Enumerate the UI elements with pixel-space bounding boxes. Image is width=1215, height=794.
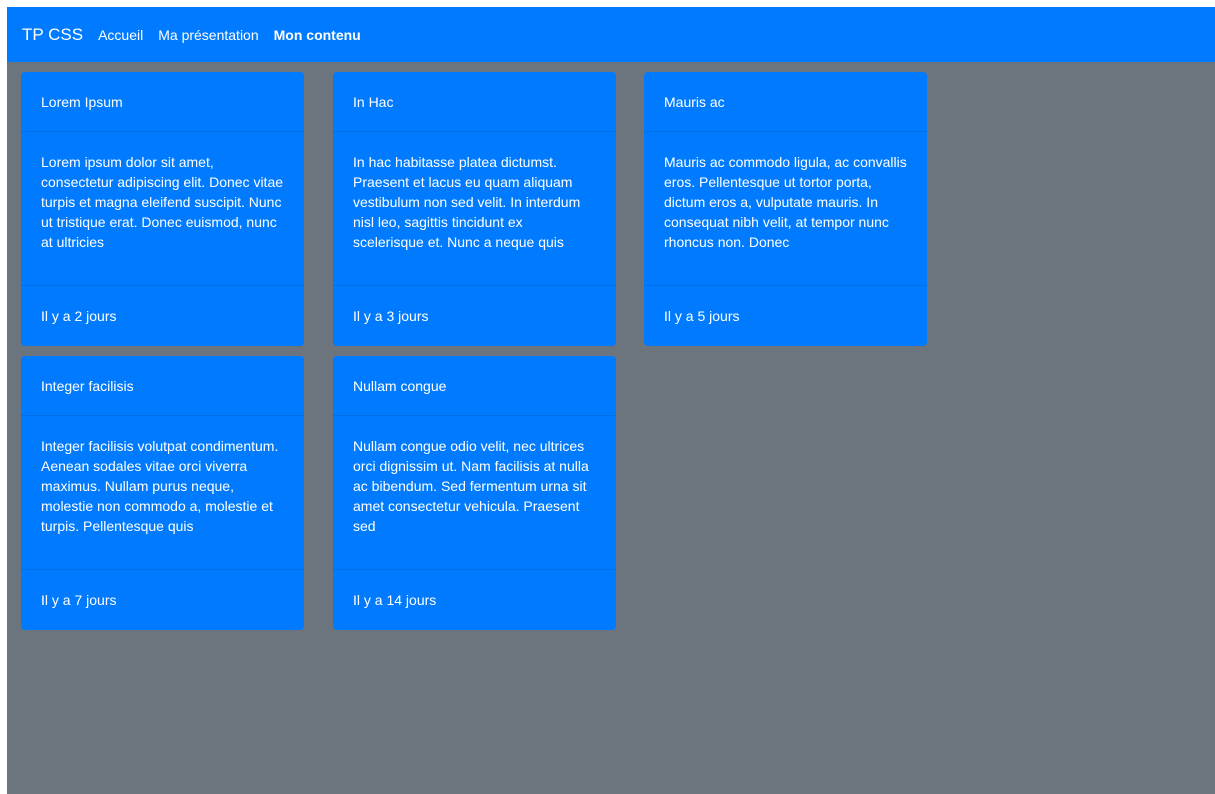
- card-footer: Il y a 2 jours: [21, 285, 304, 346]
- card-footer: Il y a 7 jours: [21, 569, 304, 630]
- card-footer: Il y a 5 jours: [644, 285, 927, 346]
- card-body: Nullam congue odio velit, nec ultrices o…: [333, 416, 616, 569]
- card-title: Integer facilisis: [21, 356, 304, 416]
- card-title: Mauris ac: [644, 72, 927, 132]
- card: In Hac In hac habitasse platea dictumst.…: [333, 72, 616, 346]
- nav-link-ma-presentation[interactable]: Ma présentation: [158, 27, 258, 43]
- navbar: TP CSS Accueil Ma présentation Mon conte…: [7, 7, 1215, 62]
- card-text: In hac habitasse platea dictumst. Praese…: [353, 154, 581, 250]
- card-body: In hac habitasse platea dictumst. Praese…: [333, 132, 616, 285]
- card-body: Mauris ac commodo ligula, ac convallis e…: [644, 132, 927, 285]
- nav-link-accueil[interactable]: Accueil: [98, 27, 143, 43]
- card: Lorem Ipsum Lorem ipsum dolor sit amet, …: [21, 72, 304, 346]
- card-text: Mauris ac commodo ligula, ac convallis e…: [664, 154, 907, 250]
- card-title: Lorem Ipsum: [21, 72, 304, 132]
- card-footer: Il y a 3 jours: [333, 285, 616, 346]
- nav-link-mon-contenu[interactable]: Mon contenu: [274, 27, 361, 43]
- page-frame: TP CSS Accueil Ma présentation Mon conte…: [7, 7, 1215, 794]
- card-text: Nullam congue odio velit, nec ultrices o…: [353, 438, 589, 534]
- card-text: Lorem ipsum dolor sit amet, consectetur …: [41, 154, 284, 250]
- card-title: In Hac: [333, 72, 616, 132]
- card-text: Integer facilisis volutpat condimentum. …: [41, 438, 279, 534]
- card: Nullam congue Nullam congue odio velit, …: [333, 356, 616, 630]
- card: Integer facilisis Integer facilisis volu…: [21, 356, 304, 630]
- card: Mauris ac Mauris ac commodo ligula, ac c…: [644, 72, 927, 346]
- card-body: Integer facilisis volutpat condimentum. …: [21, 416, 304, 569]
- navbar-brand[interactable]: TP CSS: [22, 25, 83, 45]
- card-footer: Il y a 14 jours: [333, 569, 616, 630]
- card-title: Nullam congue: [333, 356, 616, 416]
- card-body: Lorem ipsum dolor sit amet, consectetur …: [21, 132, 304, 285]
